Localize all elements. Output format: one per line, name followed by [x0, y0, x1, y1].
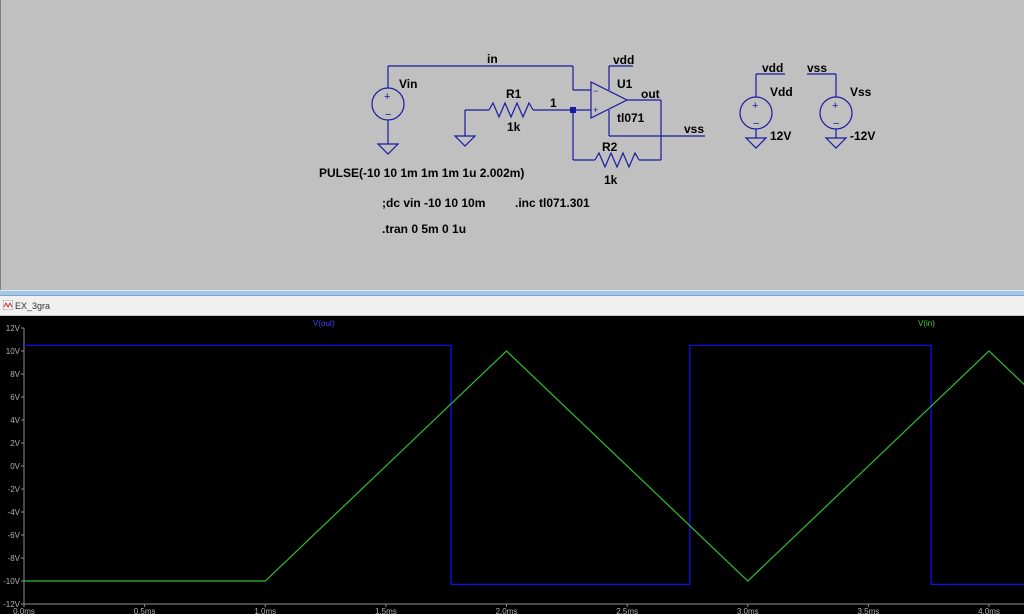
series-line-vin	[24, 350, 1024, 582]
r2-label: R2	[602, 140, 618, 154]
r1-value: 1k	[507, 120, 521, 134]
x-tick-label: 3.5ms	[857, 607, 879, 614]
x-tick-label: 2.0ms	[496, 607, 518, 614]
waveform-window: EX_3gra 12V 10V 8V 6V 4V 2V 0V -2V -4V -6V -8V -10V…	[0, 296, 1024, 614]
y-tick-label: -2V	[8, 485, 21, 494]
u1-label: U1	[617, 77, 633, 91]
y-tick-label: -8V	[8, 554, 21, 563]
junction-dot	[570, 107, 576, 113]
x-tick-label: 4.0ms	[978, 607, 1000, 614]
net-label-out: out	[641, 87, 660, 101]
y-tick-label: -6V	[8, 531, 21, 540]
y-tick-label: 10V	[6, 347, 21, 356]
pulse-directive: PULSE(-10 10 1m 1m 1m 1u 2.002m)	[319, 166, 524, 180]
trace-label-vout[interactable]: V(out)	[313, 319, 335, 328]
schematic-drawing: + − + − + − − + in Vin R1 1k 1 vdd U1 out t…	[319, 52, 875, 236]
vss-value: -12V	[850, 129, 875, 143]
trace-label-vin[interactable]: V(in)	[918, 319, 935, 328]
vin-label: Vin	[399, 77, 417, 91]
net-label-vdd-u1: vdd	[613, 53, 634, 67]
vdd-label: Vdd	[770, 85, 793, 99]
tran-directive: .tran 0 5m 0 1u	[382, 222, 466, 236]
x-tick-label: 3.0ms	[737, 607, 759, 614]
y-tick-label: 0V	[10, 462, 20, 471]
svg-text:+: +	[384, 91, 390, 103]
svg-text:+: +	[593, 105, 598, 115]
dc-directive: ;dc vin -10 10 10m	[382, 196, 485, 210]
y-tick-label: 12V	[6, 324, 21, 333]
series-line-vout	[24, 344, 1024, 585]
svg-text:+: +	[832, 100, 838, 112]
waveform-window-titlebar[interactable]: EX_3gra	[0, 296, 1024, 316]
r1-label: R1	[506, 87, 522, 101]
r1-resistor	[488, 101, 534, 119]
y-tick-label: 2V	[10, 439, 20, 448]
vdd-value: 12V	[770, 129, 791, 143]
r2-resistor	[594, 151, 640, 169]
waveform-chart: 12V10V8V6V4V2V0V-2V-4V-6V-8V-10V-12V0.0m…	[3, 324, 1024, 614]
y-tick-label: 8V	[10, 370, 20, 379]
x-tick-label: 1.5ms	[375, 607, 397, 614]
y-tick-label: -10V	[3, 577, 21, 586]
y-tick-label: -4V	[8, 508, 21, 517]
waveform-icon	[3, 300, 13, 310]
schematic-canvas[interactable]: + − + − + − − + in Vin R1 1k 1 vdd U1 out t…	[0, 0, 1024, 292]
net-label-vss-src: vss	[807, 61, 827, 75]
x-tick-label: 0.5ms	[134, 607, 156, 614]
waveform-plot[interactable]: 12V 10V 8V 6V 4V 2V 0V -2V -4V -6V -8V -10V -12V 0.0m…	[0, 316, 1024, 614]
ground-icon	[824, 137, 848, 149]
svg-text:+: +	[752, 100, 758, 112]
inc-directive: .inc tl071.301	[515, 196, 590, 210]
y-tick-label: 4V	[10, 416, 20, 425]
net-label-vdd-src: vdd	[762, 61, 783, 75]
svg-text:−: −	[753, 118, 759, 130]
u1-model: tl071	[617, 111, 645, 125]
x-tick-label: 0.0ms	[13, 607, 35, 614]
net-label-vss-u1: vss	[684, 122, 704, 136]
r2-value: 1k	[604, 173, 618, 187]
svg-text:−: −	[833, 118, 839, 130]
svg-text:−: −	[385, 109, 391, 121]
net-label-in: in	[487, 52, 498, 66]
net-label-1: 1	[550, 96, 557, 110]
waveform-window-title: EX_3gra	[15, 301, 51, 311]
ground-icon	[744, 137, 768, 149]
ground-icon	[376, 143, 400, 155]
x-tick-label: 2.5ms	[616, 607, 638, 614]
ground-icon	[453, 135, 477, 147]
svg-text:−: −	[593, 86, 598, 96]
x-tick-label: 1.0ms	[254, 607, 276, 614]
y-tick-label: 6V	[10, 393, 20, 402]
vss-label: Vss	[850, 85, 872, 99]
